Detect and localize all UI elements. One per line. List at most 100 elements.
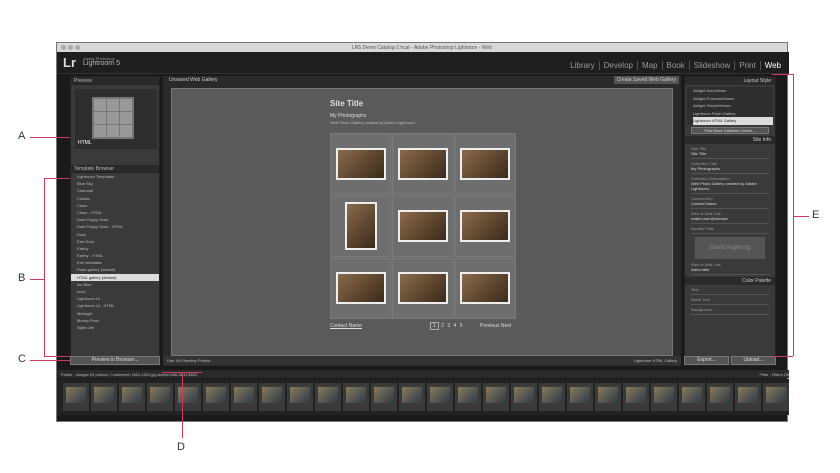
page-link[interactable]: 1: [430, 322, 439, 330]
filmstrip-thumbnail[interactable]: [539, 383, 565, 411]
module-print[interactable]: Print: [734, 61, 759, 70]
filmstrip-thumbnail[interactable]: [399, 383, 425, 411]
color-swatch-row[interactable]: Text: [691, 287, 769, 295]
filmstrip-thumbnail[interactable]: [175, 383, 201, 411]
filmstrip-thumbnail[interactable]: [91, 383, 117, 411]
collection-title[interactable]: My Photographs: [330, 113, 366, 119]
template-item[interactable]: Lightroom Templates: [77, 173, 159, 180]
filmstrip-thumbnail[interactable]: [315, 383, 341, 411]
template-item[interactable]: Dark Poppy Seed - HTML: [77, 223, 159, 230]
filmstrip-thumbnail[interactable]: [735, 383, 761, 411]
template-item[interactable]: Lightroom UI - HTML: [77, 302, 159, 309]
page-link[interactable]: 5: [459, 323, 464, 329]
site-info-header[interactable]: Site Info: [685, 135, 775, 144]
next-link[interactable]: Next: [501, 323, 511, 329]
site-info-field[interactable]: Collection Title My Photographs: [691, 161, 769, 174]
template-item[interactable]: Earl Grey: [77, 238, 159, 245]
filmstrip-thumbnail[interactable]: [679, 383, 705, 411]
template-item[interactable]: Clean: [77, 202, 159, 209]
template-item[interactable]: Dusk: [77, 231, 159, 238]
filmstrip-folder[interactable]: Folder : Images: [61, 372, 89, 377]
gallery-cell[interactable]: [392, 195, 454, 257]
filmstrip-thumbnail[interactable]: [287, 383, 313, 411]
layout-style-item[interactable]: Lightroom Flash Gallery: [693, 110, 773, 118]
filmstrip-thumbnail[interactable]: [595, 383, 621, 411]
previous-link[interactable]: Previous: [480, 323, 499, 329]
collection-description[interactable]: Web Photo Gallery created by Adobe Light…: [330, 120, 416, 125]
template-item[interactable]: Money Rock: [77, 317, 159, 324]
filmstrip-thumbnail[interactable]: [231, 383, 257, 411]
module-map[interactable]: Map: [636, 61, 662, 70]
filmstrip-thumbnail[interactable]: [343, 383, 369, 411]
filmstrip-thumbnail[interactable]: [203, 383, 229, 411]
site-info-field[interactable]: Web or Mail Link mailto:user@domain: [691, 211, 769, 224]
filmstrip-thumbnail[interactable]: [371, 383, 397, 411]
gallery-cell[interactable]: [392, 133, 454, 195]
template-item[interactable]: Classic: [77, 195, 159, 202]
identity-plate-toggle[interactable]: Identity Plate: [691, 226, 769, 234]
color-swatch-row[interactable]: Background: [691, 307, 769, 315]
module-web[interactable]: Web: [759, 61, 785, 70]
filmstrip[interactable]: [57, 379, 789, 415]
filmstrip-thumbnail[interactable]: [63, 383, 89, 411]
template-item[interactable]: Flash gallery (default): [77, 266, 159, 273]
filmstrip-thumbnail[interactable]: [651, 383, 677, 411]
create-saved-gallery-button[interactable]: Create Saved Web Gallery: [613, 76, 679, 84]
template-item[interactable]: Earthy: [77, 245, 159, 252]
gallery-cell[interactable]: [330, 195, 392, 257]
site-info-field[interactable]: Site Title Site Title: [691, 146, 769, 159]
template-item[interactable]: Blue Sky: [77, 180, 159, 187]
filmstrip-thumbnail[interactable]: [763, 383, 789, 411]
gallery-cell[interactable]: [454, 257, 516, 319]
site-title[interactable]: Site Title: [330, 99, 363, 108]
layout-style-item[interactable]: Lightroom HTML Gallery: [693, 117, 773, 125]
template-item[interactable]: Ivory: [77, 288, 159, 295]
contact-link[interactable]: Contact Name: [330, 323, 362, 329]
filmstrip-thumbnail[interactable]: [147, 383, 173, 411]
template-item[interactable]: Dark Poppy Seed: [77, 216, 159, 223]
site-info-field[interactable]: Contact Info Contact Name: [691, 196, 769, 209]
color-palette-header[interactable]: Color Palette: [685, 276, 775, 285]
gallery-cell[interactable]: [392, 257, 454, 319]
gallery-cell[interactable]: [330, 133, 392, 195]
identity-plate-preview[interactable]: David Auyeung: [695, 236, 765, 259]
filmstrip-thumbnail[interactable]: [259, 383, 285, 411]
module-slideshow[interactable]: Slideshow: [688, 61, 734, 70]
color-swatch-row[interactable]: Detail Text: [691, 297, 769, 305]
filmstrip-thumbnail[interactable]: [427, 383, 453, 411]
layout-style-header[interactable]: Layout Style: [685, 77, 775, 85]
page-link[interactable]: 4: [453, 323, 458, 329]
gallery-cell[interactable]: [454, 133, 516, 195]
filmstrip-thumbnail[interactable]: [623, 383, 649, 411]
template-item[interactable]: Charcoal: [77, 187, 159, 194]
layout-style-item[interactable]: Airtight SimpleViewer: [693, 102, 773, 110]
module-book[interactable]: Book: [661, 61, 689, 70]
filmstrip-thumbnail[interactable]: [707, 383, 733, 411]
web-link-field[interactable]: Web or Mail Link index.html: [691, 262, 769, 275]
gallery-cell[interactable]: [454, 195, 516, 257]
template-item[interactable]: Exif metadata: [77, 259, 159, 266]
filmstrip-thumbnail[interactable]: [483, 383, 509, 411]
upload-button[interactable]: Upload...: [731, 356, 776, 365]
filmstrip-thumbnail[interactable]: [567, 383, 593, 411]
preview-panel-header[interactable]: Preview: [71, 77, 159, 85]
page-link[interactable]: 3: [446, 323, 451, 329]
template-item[interactable]: HTML gallery (default): [71, 273, 159, 281]
module-develop[interactable]: Develop: [598, 61, 637, 70]
page-link[interactable]: 2: [440, 323, 445, 329]
site-info-field[interactable]: Collection Description Web Photo Gallery …: [691, 176, 769, 194]
template-item[interactable]: Clean - HTML: [77, 209, 159, 216]
template-item[interactable]: Lightroom UI: [77, 295, 159, 302]
find-more-galleries-button[interactable]: Find More Galleries Online...: [691, 126, 769, 134]
template-item[interactable]: Midnight: [77, 310, 159, 317]
template-item[interactable]: Ice Blue: [77, 281, 159, 288]
export-button[interactable]: Export...: [684, 356, 729, 365]
preview-in-browser-button[interactable]: Preview in Browser...: [70, 356, 160, 365]
template-item[interactable]: Night Life: [77, 324, 159, 331]
filmstrip-thumbnail[interactable]: [119, 383, 145, 411]
filter-select[interactable]: Filters Off: [772, 372, 789, 377]
layout-style-item[interactable]: Airtight AutoViewer: [693, 87, 773, 95]
layout-style-item[interactable]: Airtight PostcardViewer: [693, 95, 773, 103]
window-controls[interactable]: [61, 45, 80, 50]
gallery-cell[interactable]: [330, 257, 392, 319]
